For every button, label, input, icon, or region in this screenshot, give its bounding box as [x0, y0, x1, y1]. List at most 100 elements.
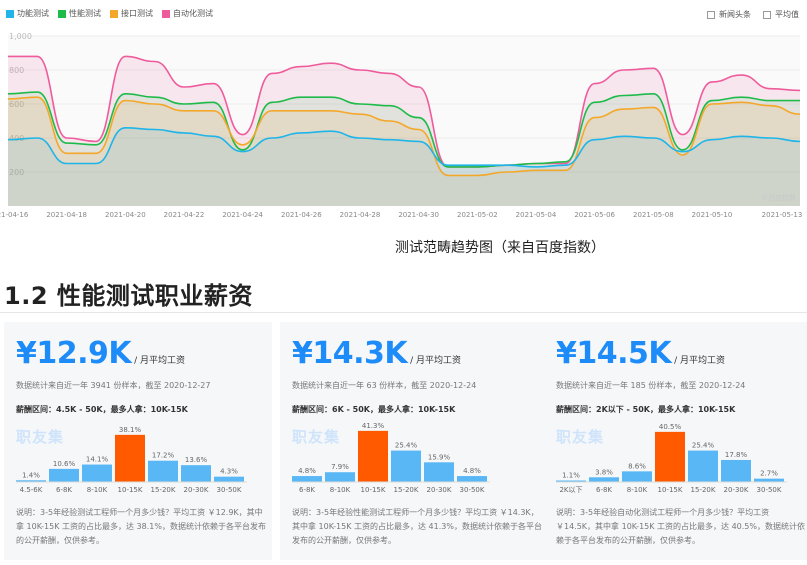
salary-range: 薪酬区间：2K以下 - 50K，最多人拿：10K-15K [556, 405, 736, 414]
bar-value-label: 17.8% [725, 451, 748, 459]
x-tick-label: 2021-05-02 [457, 211, 498, 219]
bar-category-label: 20-30K [184, 486, 209, 494]
salary-bar [721, 459, 751, 482]
card-description: 说明：3-5年经验自动化测试工程师一个月多少钱？平均工资 ￥14.5K，其中拿 … [556, 508, 805, 545]
x-tick-label: 2021-04-24 [222, 211, 263, 219]
salary-unit: / 月平均工资 [134, 356, 186, 366]
x-tick-label: 2021-04-18 [46, 211, 87, 219]
bar-value-label: 4.8% [298, 467, 316, 475]
bar-category-label: 2K以下 [559, 486, 582, 494]
x-tick-label: 2021-04-30 [398, 211, 439, 219]
salary-amount: ¥12.9K [16, 336, 132, 371]
bar-value-label: 4.3% [220, 468, 238, 476]
bar-value-label: 10.6% [53, 460, 76, 468]
bar-category-label: 6-8K [596, 486, 612, 494]
salary-unit: / 月平均工资 [410, 356, 462, 366]
x-tick-label: 2021-05-10 [692, 211, 733, 219]
salary-bar [82, 464, 112, 482]
salary-range: 薪酬区间：4.5K - 50K，最多人拿：10K-15K [16, 405, 188, 414]
salary-range: 薪酬区间：6K - 50K，最多人拿：10K-15K [292, 405, 456, 414]
salary-bar-chart: 1.1% 2K以下 3.8% 6-8K 8.6% 8-10K 40.5% 10-15K 25.4… [556, 423, 787, 494]
bar-category-label: 8-10K [87, 486, 108, 494]
divider [0, 312, 807, 313]
x-tick-label: 2021-04-20 [105, 211, 146, 219]
salary-bar [214, 476, 244, 482]
salary-bar-chart: 1.4% 4.5-6K 10.6% 6-8K 14.1% 8-10K 38.1% 10-15K… [16, 426, 247, 494]
bar-category-label: 8-10K [627, 486, 648, 494]
salary-bar [391, 450, 421, 482]
salary-bar [424, 462, 454, 482]
section-title: 1.2 性能测试职业薪资 [4, 282, 253, 310]
bar-value-label: 17.2% [152, 452, 175, 460]
salary-bar [688, 450, 718, 482]
bar-value-label: 3.8% [595, 468, 613, 476]
salary-unit: / 月平均工资 [674, 356, 726, 366]
x-tick-label: 2021-05-13 [762, 211, 803, 219]
x-tick-label: 2021-04-22 [164, 211, 205, 219]
bar-category-label: 30-50K [460, 486, 485, 494]
sample-info: 数据统计来自近一年 3941 份样本，截至 2020-12-27 [16, 381, 211, 390]
salary-bar [181, 465, 211, 482]
bar-value-label: 15.9% [428, 453, 451, 461]
salary-amount: ¥14.5K [556, 336, 672, 371]
x-tick-label: 2021-04-28 [340, 211, 381, 219]
bar-value-label: 13.6% [185, 456, 208, 464]
x-tick-label: 2021-05-06 [574, 211, 615, 219]
bar-value-label: 1.4% [22, 471, 40, 479]
salary-bar [754, 478, 784, 482]
salary-bar [325, 472, 355, 482]
salary-bar-chart: 4.8% 6-8K 7.9% 8-10K 41.3% 10-15K 25.4% 15-20K 1… [292, 422, 490, 494]
bar-category-label: 6-8K [299, 486, 315, 494]
salary-headline: ¥14.3K / 月平均工资 [292, 336, 461, 371]
trend-plot: 1,0008006004002002021-04-162021-04-18202… [0, 32, 803, 219]
salary-bar [148, 460, 178, 482]
card-description: 说明：3-5年经验性能测试工程师一个月多少钱？平均工资 ￥14.3K，其中拿 1… [292, 508, 542, 545]
bar-value-label: 25.4% [395, 442, 418, 450]
bar-category-label: 15-20K [691, 486, 716, 494]
bar-value-label: 25.4% [692, 442, 715, 450]
card-description: 说明：3-5年经验测试工程师一个月多少钱？平均工资 ￥12.9K，其中拿 10K… [16, 508, 266, 545]
salary-bar [292, 476, 322, 482]
salary-bar [589, 477, 619, 482]
x-tick-label: 2021-04-26 [281, 211, 322, 219]
salary-cards: ¥12.9K / 月平均工资 数据统计来自近一年 3941 份样本，截至 202… [4, 322, 807, 562]
x-tick-label: 2021-05-08 [633, 211, 674, 219]
bar-value-label: 8.6% [628, 462, 646, 470]
chart-caption: 测试范畴趋势图（来自百度指数） [395, 240, 605, 256]
bar-category-label: 8-10K [330, 486, 351, 494]
salary-card: ¥14.5K / 月平均工资 数据统计来自近一年 185 份样本，截至 2020… [544, 322, 807, 560]
chart-watermark: ©百度指数 [761, 193, 796, 202]
salary-headline: ¥12.9K / 月平均工资 [16, 336, 185, 371]
bar-category-label: 20-30K [427, 486, 452, 494]
bar-value-label: 2.7% [760, 470, 778, 478]
x-tick-label: 2021-05-04 [516, 211, 557, 219]
salary-headline: ¥14.5K / 月平均工资 [556, 336, 725, 371]
salary-card: ¥12.9K / 月平均工资 数据统计来自近一年 3941 份样本，截至 202… [4, 322, 272, 560]
sample-info: 数据统计来自近一年 185 份样本，截至 2020-12-24 [556, 381, 746, 390]
salary-card: ¥14.3K / 月平均工资 数据统计来自近一年 63 份样本，截至 2020-… [280, 322, 548, 560]
bar-category-label: 4.5-6K [20, 486, 43, 494]
bar-value-label: 38.1% [119, 426, 142, 434]
bar-category-label: 30-50K [217, 486, 242, 494]
bar-category-label: 15-20K [151, 486, 176, 494]
salary-bar [358, 430, 388, 482]
sample-info: 数据统计来自近一年 63 份样本，截至 2020-12-24 [292, 381, 477, 390]
y-tick-label: 1,000 [9, 32, 32, 41]
bar-value-label: 4.8% [463, 467, 481, 475]
bar-value-label: 41.3% [362, 422, 385, 430]
salary-amount: ¥14.3K [292, 336, 408, 371]
salary-bar [115, 434, 145, 482]
bar-value-label: 7.9% [331, 463, 349, 471]
bar-category-label: 15-20K [394, 486, 419, 494]
trend-chart: 功能测试 性能测试 接口测试 自动化测试 新闻头条 平均值 1,00080060… [0, 0, 807, 225]
bar-category-label: 30-50K [757, 486, 782, 494]
bar-category-label: 6-8K [56, 486, 72, 494]
salary-bar [457, 476, 487, 482]
bar-value-label: 1.1% [562, 472, 580, 480]
salary-bar [622, 471, 652, 482]
bar-category-label: 10-15K [118, 486, 143, 494]
bar-category-label: 10-15K [361, 486, 386, 494]
salary-bar [655, 431, 685, 482]
bar-value-label: 40.5% [659, 423, 682, 431]
x-tick-label: 2021-04-16 [0, 211, 29, 219]
